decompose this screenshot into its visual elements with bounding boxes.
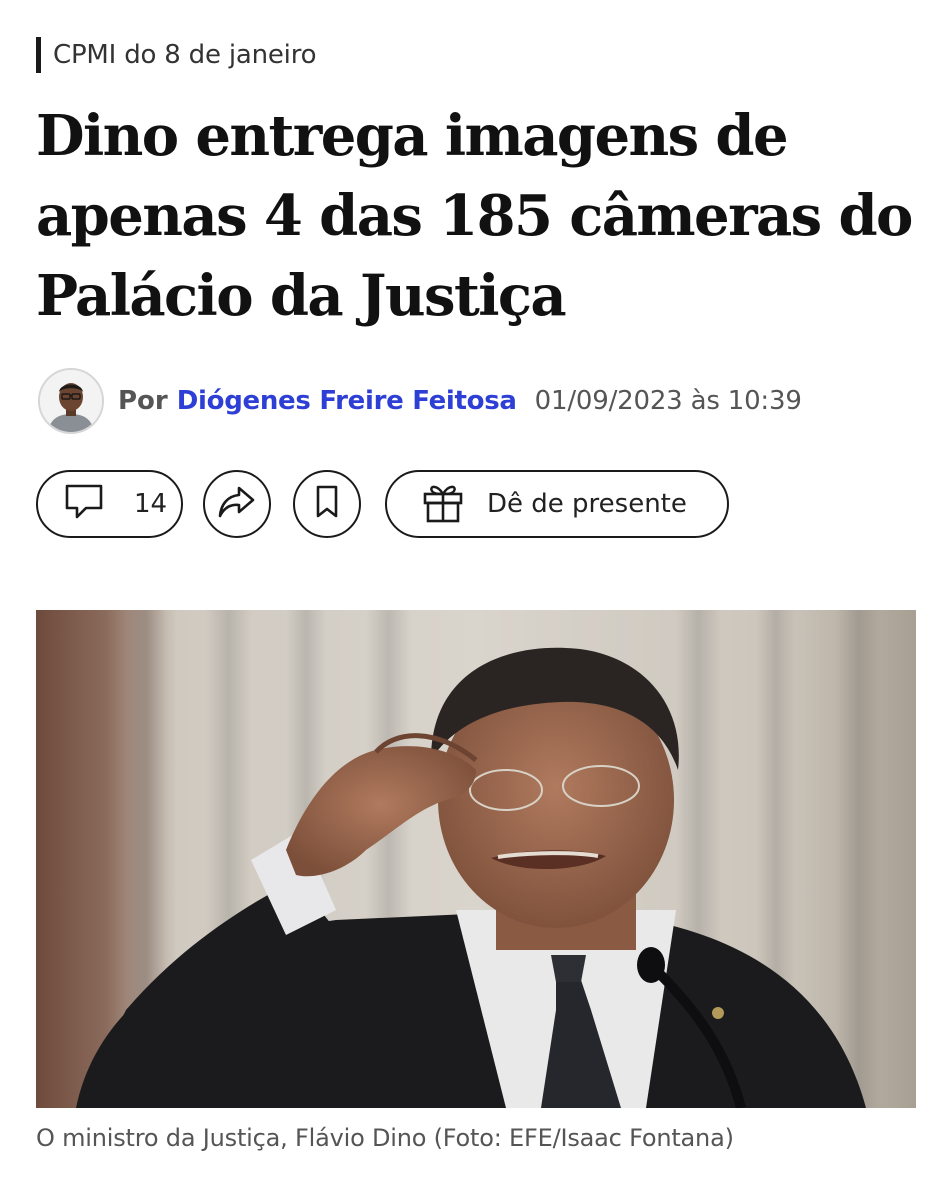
section-tag[interactable]: CPMI do 8 de janeiro (36, 36, 317, 74)
comment-icon (64, 483, 104, 525)
save-button[interactable] (293, 470, 361, 538)
gift-article-label: Dê de presente (487, 489, 687, 519)
article-photo[interactable] (36, 610, 916, 1108)
share-button[interactable] (203, 470, 271, 538)
photo-caption: O ministro da Justiça, Flávio Dino (Foto… (36, 1124, 734, 1152)
publish-timestamp: 01/09/2023 às 10:39 (534, 386, 802, 416)
author-avatar[interactable] (38, 368, 104, 434)
share-icon (217, 484, 257, 524)
byline-prefix: Por (118, 386, 168, 416)
comments-count: 14 (134, 489, 168, 519)
author-link[interactable]: Diógenes Freire Feitosa (177, 386, 517, 416)
section-marker-bar (36, 37, 41, 73)
bookmark-icon (312, 484, 342, 524)
article-byline: Por Diógenes Freire Feitosa 01/09/2023 à… (38, 366, 802, 436)
gift-article-button[interactable]: Dê de presente (385, 470, 729, 538)
comments-button[interactable]: 14 (36, 470, 183, 538)
gift-icon (421, 480, 465, 528)
article-headline: Dino entrega imagens de apenas 4 das 185… (36, 103, 913, 329)
section-label[interactable]: CPMI do 8 de janeiro (53, 40, 317, 70)
